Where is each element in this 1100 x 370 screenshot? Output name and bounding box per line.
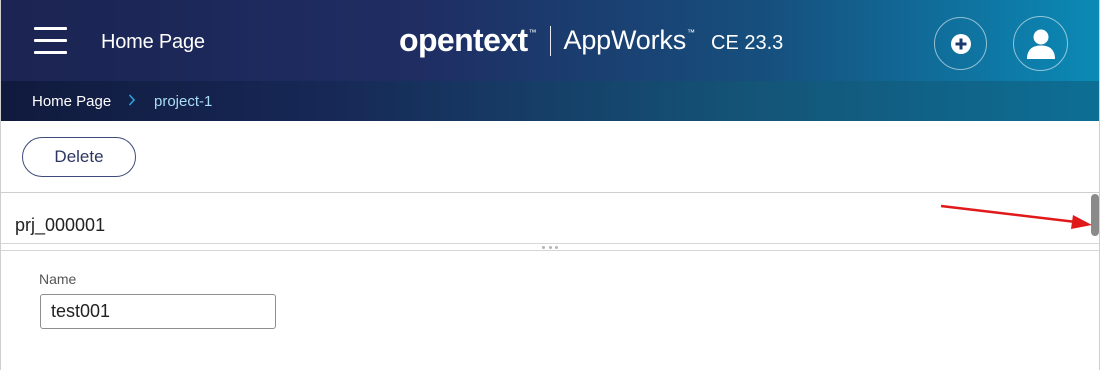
page-title: Home Page xyxy=(101,31,205,53)
record-id: prj_000001 xyxy=(15,215,106,235)
divider xyxy=(1,243,1099,244)
divider xyxy=(1,250,1099,251)
top-header: Home Page opentext ™ AppWorks ™ CE 23.3 xyxy=(1,0,1099,81)
app-window: Home Page opentext ™ AppWorks ™ CE 23.3 … xyxy=(0,0,1100,370)
product-name: AppWorks xyxy=(563,25,687,55)
divider xyxy=(1,192,1099,193)
annotation-arrow-icon xyxy=(940,204,1092,229)
opentext-logo: opentext xyxy=(399,22,528,58)
product-version: CE 23.3 xyxy=(711,32,784,54)
chevron-right-icon xyxy=(128,93,136,112)
name-field-label: Name xyxy=(39,271,77,287)
brand-logo: opentext ™ AppWorks ™ CE 23.3 xyxy=(399,24,783,58)
name-field[interactable] xyxy=(40,294,276,329)
product-trademark: ™ xyxy=(687,28,695,37)
breadcrumb: Home Page project-1 xyxy=(1,81,1099,121)
add-button[interactable] xyxy=(934,17,987,70)
hamburger-menu-icon[interactable] xyxy=(34,26,67,54)
plus-circle-icon xyxy=(950,33,971,54)
panel-splitter-handle[interactable] xyxy=(542,245,558,249)
user-profile-button[interactable] xyxy=(1013,16,1068,71)
delete-button[interactable]: Delete xyxy=(22,137,136,177)
breadcrumb-item-current[interactable]: project-1 xyxy=(154,93,212,110)
breadcrumb-item-home[interactable]: Home Page xyxy=(32,93,111,110)
user-avatar-icon xyxy=(1026,29,1055,59)
brand-divider xyxy=(549,26,551,56)
brand-trademark: ™ xyxy=(528,28,537,37)
